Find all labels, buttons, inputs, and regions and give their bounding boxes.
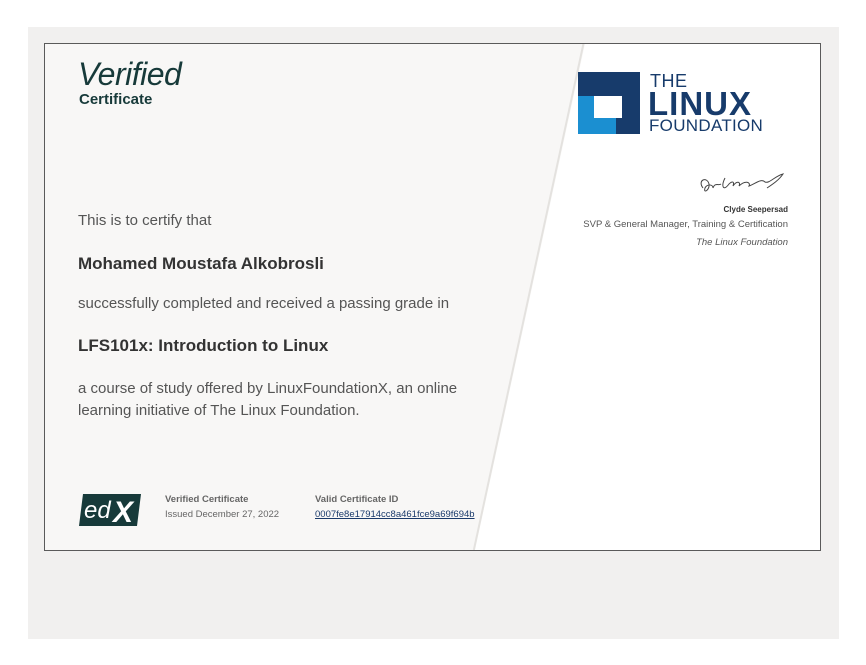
title-verified: Verified [78,56,182,92]
recipient-name: Mohamed Moustafa Alkobrosli [78,254,324,273]
issued-date: Issued December 27, 2022 [165,509,280,520]
signatory-name: Clyde Seepersad [723,205,788,214]
certificate-id-link[interactable]: 0007fe8e17914cc8a461fce9a69f694b [315,509,475,520]
svg-text:ed: ed [84,497,111,524]
signatory-org: The Linux Foundation [696,237,788,248]
certificate-id-label: Valid Certificate ID [315,494,399,505]
title-certificate: Certificate [79,91,153,108]
signatory-role: SVP & General Manager, Training & Certif… [583,219,788,230]
edx-logo-icon: ed X [79,494,141,528]
course-description: a course of study offered by LinuxFounda… [78,380,458,419]
course-title: LFS101x: Introduction to Linux [78,336,329,355]
logo-text-foundation: FOUNDATION [649,116,764,135]
completion-text: successfully completed and received a pa… [78,295,450,312]
certificate: Verified Certificate THE LINUX FOUNDATIO… [44,43,821,551]
certify-text: This is to certify that [78,212,212,229]
signature-icon [700,173,785,192]
verified-certificate-label: Verified Certificate [165,494,249,505]
svg-text:X: X [111,496,135,528]
